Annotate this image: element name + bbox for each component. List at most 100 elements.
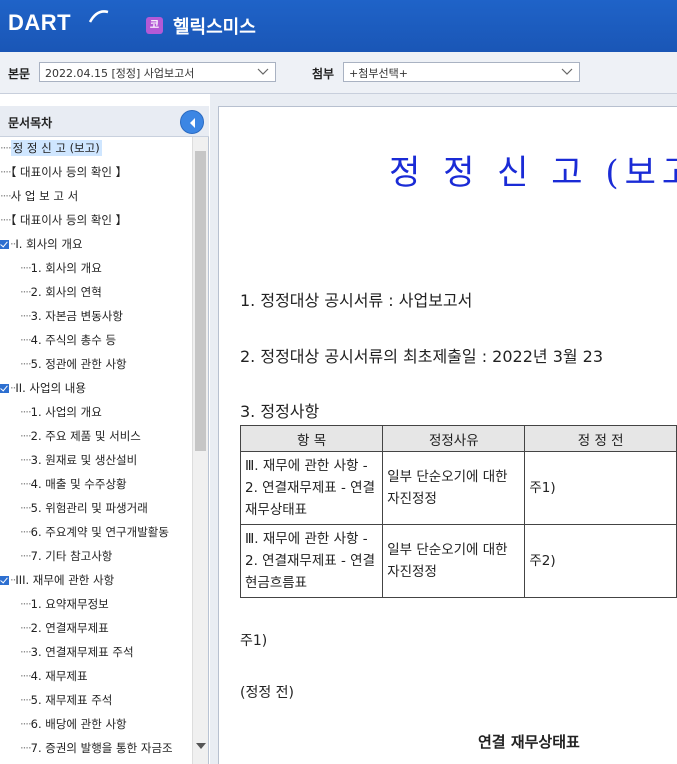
sidebar-item-label: 7. 증권의 발행을 통한 자금조 bbox=[30, 741, 173, 755]
table-header-before: 정 정 전 bbox=[524, 425, 677, 452]
balance-sheet-title: 연결 재무상태표 bbox=[478, 733, 580, 751]
sidebar-item-label: 3. 연결재무제표 주석 bbox=[30, 645, 134, 659]
app-header: DART 코 헬릭스미스 bbox=[0, 0, 677, 52]
doc-title: 정 정 신 고 (보고 bbox=[389, 153, 677, 193]
toc-scrollbar[interactable] bbox=[192, 137, 208, 764]
sidebar-item[interactable]: ····6. 주요계약 및 연구개발활동 bbox=[20, 522, 169, 544]
toc-title: 문서목차 bbox=[8, 116, 53, 130]
sidebar-item-label: 사 업 보 고 서 bbox=[10, 189, 79, 203]
note-2: (정정 전) bbox=[240, 685, 295, 701]
table-cell-before: 주1) bbox=[524, 451, 677, 525]
tree-connector: ···· bbox=[20, 333, 32, 347]
sidebar-item[interactable]: ····7. 기타 참고사항 bbox=[20, 546, 112, 568]
sidebar-item[interactable]: ···· 정 정 신 고 (보고) bbox=[0, 138, 102, 160]
main-doc-select[interactable]: 2022.04.15 [정정] 사업보고서 bbox=[39, 62, 276, 82]
sidebar-item-label: 2. 회사의 연혁 bbox=[30, 285, 102, 299]
tree-connector: ···· bbox=[20, 669, 32, 683]
folder-open-icon[interactable] bbox=[0, 576, 9, 585]
sidebar-item-label: 1. 사업의 개요 bbox=[30, 405, 102, 419]
attach-label: 첨부 bbox=[312, 67, 335, 81]
sidebar-item-label: 3. 자본금 변동사항 bbox=[30, 309, 123, 323]
tree-connector: ···· bbox=[0, 213, 12, 227]
scroll-thumb[interactable] bbox=[195, 151, 206, 451]
tree-connector: ···· bbox=[20, 525, 32, 539]
sidebar-item[interactable]: ····5. 정관에 관한 사항 bbox=[20, 354, 127, 376]
toc-header: 문서목차 bbox=[0, 106, 209, 137]
sidebar-item-label: 1. 요약재무정보 bbox=[30, 597, 109, 611]
scroll-down-icon[interactable] bbox=[196, 743, 206, 749]
collapse-sidebar-button[interactable] bbox=[180, 110, 204, 134]
tree-connector: ···· bbox=[20, 429, 32, 443]
sidebar-item[interactable]: ····2. 주요 제품 및 서비스 bbox=[20, 426, 141, 448]
sidebar-item[interactable]: ····3. 연결재무제표 주석 bbox=[20, 642, 134, 664]
sidebar-item[interactable]: ····5. 재무제표 주석 bbox=[20, 690, 112, 712]
sidebar-item[interactable]: ····2. 회사의 연혁 bbox=[20, 282, 102, 304]
note-1: 주1) bbox=[240, 633, 268, 649]
document-viewer: 정 정 신 고 (보고 1. 정정대상 공시서류 : 사업보고서 2. 정정대상… bbox=[210, 94, 677, 764]
folder-open-icon[interactable] bbox=[0, 384, 9, 393]
tree-connector: ···· bbox=[20, 717, 32, 731]
tree-connector: ···· bbox=[20, 645, 32, 659]
sidebar-item-label: 정 정 신 고 (보고) bbox=[10, 140, 102, 156]
sidebar-item-label: 2. 연결재무제표 bbox=[30, 621, 109, 635]
sidebar-item[interactable]: ····3. 원재료 및 생산설비 bbox=[20, 450, 137, 472]
sidebar-item[interactable]: ····1. 사업의 개요 bbox=[20, 402, 102, 424]
tree-connector: ···· bbox=[20, 453, 32, 467]
table-header-item: 항 목 bbox=[239, 425, 384, 452]
tree-connector: ···· bbox=[20, 261, 32, 275]
sidebar-item[interactable]: ····3. 자본금 변동사항 bbox=[20, 306, 123, 328]
logo-swoosh-icon bbox=[88, 10, 109, 23]
chevron-down-icon bbox=[257, 68, 269, 75]
attach-select[interactable]: +첨부선택+ bbox=[343, 62, 580, 82]
main-doc-label: 본문 bbox=[8, 67, 31, 81]
doc-line-1: 1. 정정대상 공시서류 : 사업보고서 bbox=[240, 291, 473, 310]
table-row: Ⅲ. 재무에 관한 사항 - 2. 연결재무제표 - 연결현금흐름표 일부 단순… bbox=[239, 524, 677, 598]
sidebar-item[interactable]: ····6. 배당에 관한 사항 bbox=[20, 714, 127, 736]
company-name: 헬릭스미스 bbox=[173, 17, 256, 38]
tree-connector: ···· bbox=[0, 141, 12, 155]
sidebar-item-label: 1. 회사의 개요 bbox=[30, 261, 102, 275]
table-cell-reason: 일부 단순오기에 대한 자진정정 bbox=[382, 524, 526, 598]
tree-connector: ···· bbox=[20, 501, 32, 515]
sidebar-item[interactable]: ····4. 매출 및 수주상황 bbox=[20, 474, 127, 496]
sidebar-item[interactable]: ····2. 연결재무제표 bbox=[20, 618, 109, 640]
sidebar-item[interactable]: ····사 업 보 고 서 bbox=[0, 186, 78, 208]
sidebar-item[interactable]: ····7. 증권의 발행을 통한 자금조 bbox=[20, 738, 173, 760]
sidebar-item-label: 4. 주식의 총수 등 bbox=[30, 333, 117, 347]
sidebar-item-label: 【 대표이사 등의 확인 】 bbox=[10, 165, 128, 179]
table-cell-item: Ⅲ. 재무에 관한 사항 - 2. 연결재무제표 - 연결재무상태표 bbox=[239, 451, 384, 525]
tree-connector: ···· bbox=[20, 741, 32, 755]
folder-open-icon[interactable] bbox=[0, 240, 9, 249]
sidebar-item[interactable]: ··I. 회사의 개요 bbox=[0, 234, 83, 256]
table-header-reason: 정정사유 bbox=[382, 425, 526, 452]
toc-sidebar: 문서목차 ···· 정 정 신 고 (보고) ····【 대표이사 등의 확인 】 ·… bbox=[0, 106, 209, 764]
sidebar-item[interactable]: ··III. 재무에 관한 사항 bbox=[0, 570, 114, 592]
sidebar-item[interactable]: ····【 대표이사 등의 확인 】 bbox=[0, 162, 127, 184]
sidebar-item[interactable]: ····5. 위험관리 및 파생거래 bbox=[20, 498, 148, 520]
sidebar-item-label: 5. 재무제표 주석 bbox=[30, 693, 113, 707]
sidebar-item[interactable]: ····【 대표이사 등의 확인 】 bbox=[0, 210, 127, 232]
table-cell-item: Ⅲ. 재무에 관한 사항 - 2. 연결재무제표 - 연결현금흐름표 bbox=[239, 524, 384, 598]
document-page: 정 정 신 고 (보고 1. 정정대상 공시서류 : 사업보고서 2. 정정대상… bbox=[218, 106, 677, 764]
sidebar-item[interactable]: ····4. 재무제표 bbox=[20, 666, 88, 688]
tree-connector: ···· bbox=[20, 477, 32, 491]
sidebar-item-label: 【 대표이사 등의 확인 】 bbox=[10, 213, 128, 227]
sidebar-item[interactable]: ····1. 요약재무정보 bbox=[20, 594, 109, 616]
dart-logo[interactable]: DART bbox=[8, 10, 71, 36]
attach-select-value: +첨부선택+ bbox=[349, 67, 408, 80]
tree-connector: ···· bbox=[0, 165, 12, 179]
tree-connector: ···· bbox=[20, 309, 32, 323]
tree-connector: ···· bbox=[20, 405, 32, 419]
document-toolbar: 본문 2022.04.15 [정정] 사업보고서 첨부 +첨부선택+ bbox=[0, 52, 677, 94]
tree-connector: ···· bbox=[20, 597, 32, 611]
chevron-left-icon bbox=[190, 118, 195, 128]
sidebar-item[interactable]: ····4. 주식의 총수 등 bbox=[20, 330, 116, 352]
chevron-down-icon bbox=[561, 68, 573, 75]
tree-connector: ···· bbox=[0, 189, 12, 203]
sidebar-item[interactable]: ··II. 사업의 내용 bbox=[0, 378, 86, 400]
tree-connector: ···· bbox=[20, 549, 32, 563]
doc-line-2: 2. 정정대상 공시서류의 최초제출일 : 2022년 3월 23 bbox=[240, 347, 604, 366]
sidebar-item[interactable]: ····1. 회사의 개요 bbox=[20, 258, 102, 280]
sidebar-item-label: 7. 기타 참고사항 bbox=[30, 549, 113, 563]
tree-connector: ···· bbox=[20, 357, 32, 371]
